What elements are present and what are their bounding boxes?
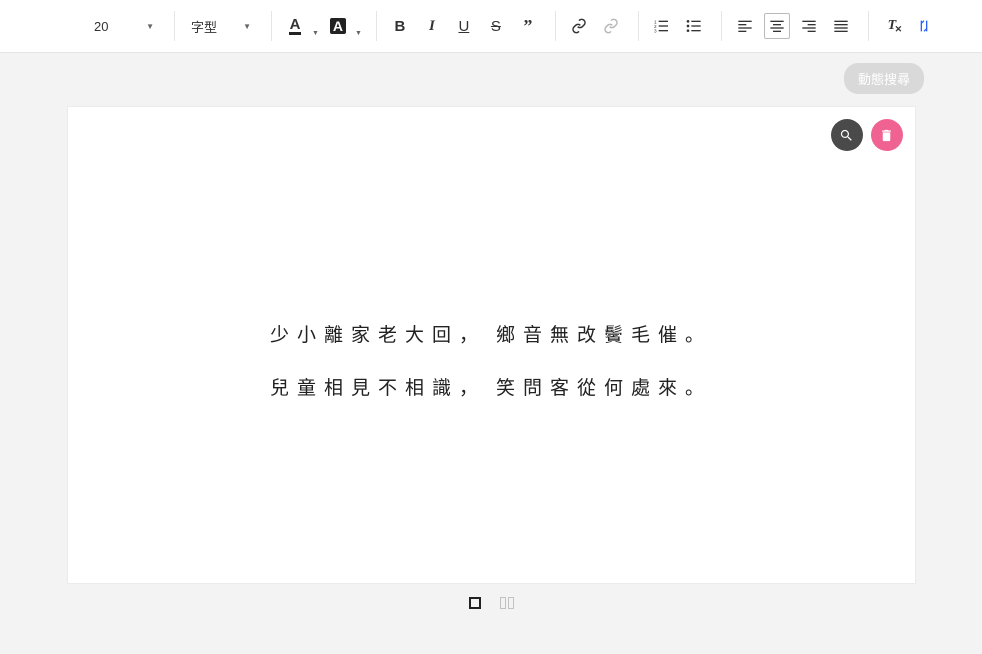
layout-split-icon [500,597,514,609]
bold-icon: B [394,18,405,35]
layout-single-icon [469,597,481,609]
font-size-group: 20 ▼ [20,11,170,41]
chevron-down-icon[interactable]: ▼ [355,30,362,37]
zoom-button[interactable] [831,119,863,151]
vertical-text-button[interactable] [911,13,937,39]
slide-canvas[interactable]: 少小離家老大回， 鄉音無改鬢毛催。 兒童相見不相識， 笑問客從何處來。 [68,107,915,583]
text-color-button[interactable]: A [282,13,308,39]
clear-format-icon: T✕ [888,18,897,34]
align-right-button[interactable] [796,13,822,39]
list-group: 123 [638,11,717,41]
poem-line-2-left: 兒童相見不相識， [270,378,486,399]
quote-button[interactable]: ” [515,13,541,39]
unlink-button [598,13,624,39]
align-justify-icon [833,18,849,34]
delete-button[interactable] [871,119,903,151]
font-family-select[interactable]: 字型 ▼ [185,13,257,39]
link-icon [571,18,587,34]
strike-icon: S [491,18,501,35]
bg-color-button[interactable]: A [325,13,351,39]
dynamic-search-button[interactable]: 動態搜尋 [844,63,924,94]
align-left-icon [737,18,753,34]
poem-line-2-right: 笑問客從何處來。 [496,378,712,399]
font-size-select[interactable]: 20 ▼ [88,13,160,39]
trash-icon [879,128,894,143]
italic-button[interactable]: I [419,13,445,39]
chevron-down-icon[interactable]: ▼ [312,30,319,37]
quote-icon: ” [523,16,532,37]
layout-split-button[interactable] [499,595,515,611]
italic-icon: I [429,18,435,35]
svg-text:3: 3 [654,29,657,34]
align-center-button[interactable] [764,13,790,39]
layout-single-button[interactable] [467,595,483,611]
align-group [721,11,864,41]
link-button[interactable] [566,13,592,39]
slide-tools [831,119,903,151]
bg-color-icon: A [330,18,346,34]
underline-icon: U [458,18,469,35]
vertical-text-icon [916,18,932,34]
align-center-icon [769,18,785,34]
content-area: 動態搜尋 少小離家老大回， 鄉音無改鬢毛催。 兒童相見不相識， 笑問客從何處來。 [0,53,982,611]
unordered-list-icon [686,18,702,34]
font-family-group: 字型 ▼ [174,11,267,41]
poem-line-2: 兒童相見不相識， 笑問客從何處來。 [68,375,915,404]
text-color-icon: A [289,18,302,35]
underline-button[interactable]: U [451,13,477,39]
layout-switcher [68,595,915,611]
unordered-list-button[interactable] [681,13,707,39]
poem-text[interactable]: 少小離家老大回， 鄉音無改鬢毛催。 兒童相見不相識， 笑問客從何處來。 [68,322,915,427]
format-group: B I U S ” [376,11,551,41]
align-right-icon [801,18,817,34]
font-family-value: 字型 [191,17,217,36]
search-icon [839,128,854,143]
clear-format-button[interactable]: T✕ [879,13,905,39]
color-group: A ▼ A ▼ [271,11,372,41]
ordered-list-icon: 123 [654,18,670,34]
ordered-list-button[interactable]: 123 [649,13,675,39]
toolbar: 20 ▼ 字型 ▼ A ▼ A ▼ B I U S ” [0,0,982,53]
chevron-down-icon: ▼ [243,22,251,31]
poem-line-1-right: 鄉音無改鬢毛催。 [496,325,712,346]
strike-button[interactable]: S [483,13,509,39]
link-group [555,11,634,41]
font-size-value: 20 [94,19,108,34]
bold-button[interactable]: B [387,13,413,39]
poem-line-1: 少小離家老大回， 鄉音無改鬢毛催。 [68,322,915,351]
misc-group: T✕ [868,11,947,41]
chevron-down-icon: ▼ [146,22,154,31]
poem-line-1-left: 少小離家老大回， [270,325,486,346]
align-justify-button[interactable] [828,13,854,39]
align-left-button[interactable] [732,13,758,39]
unlink-icon [603,18,619,34]
